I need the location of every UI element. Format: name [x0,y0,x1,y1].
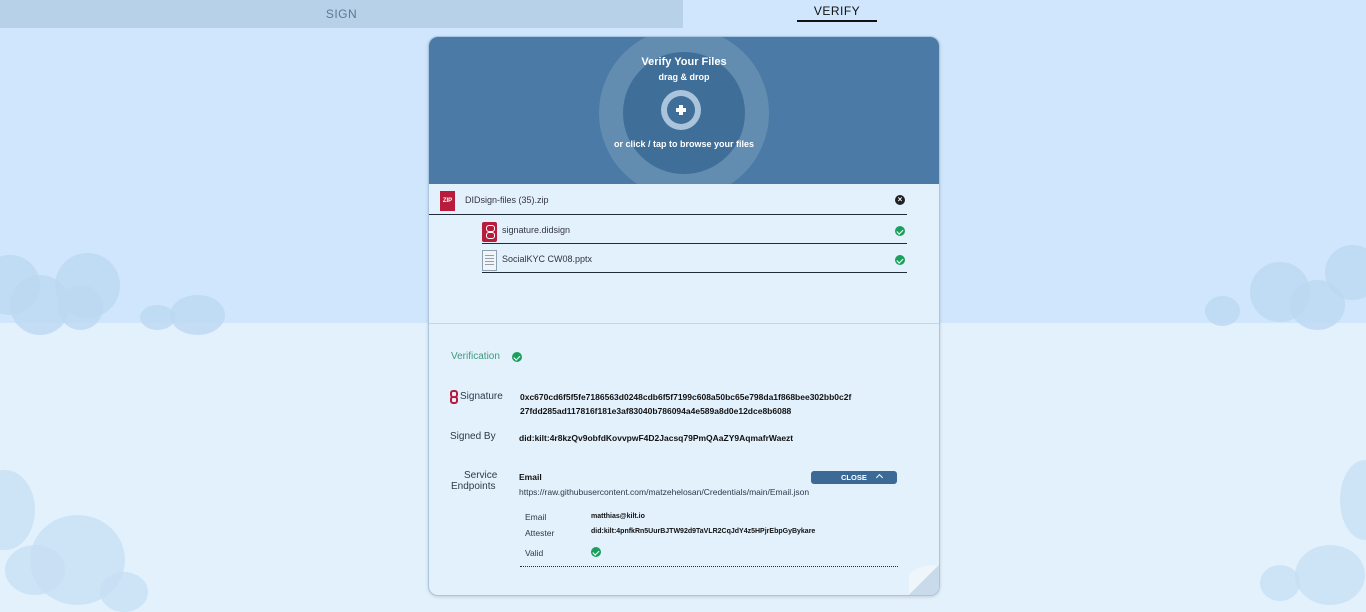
endpoint-type: Email [519,472,542,482]
endpoint-divider [520,566,898,567]
decor-bubble [0,470,35,550]
signature-label: Signature [460,391,503,402]
decor-bubble [1205,296,1240,326]
verification-label: Verification [451,351,500,362]
tab-sign[interactable]: SIGN [0,0,683,28]
endpoint-email-label: Email [525,512,547,522]
add-file-button[interactable] [661,90,701,130]
file-dropzone[interactable]: Verify Your Files drag & drop or click /… [429,37,939,184]
section-divider [429,323,939,324]
signed-by-value: did:kilt:4r8kzQv9obfdKovvpwF4D2Jacsq79Pm… [519,433,794,443]
endpoint-attester-value: did:kilt:4pnfkRn5UurBJTW92d9TaVLR2CqJdY4… [591,528,816,535]
signature-value-line1: 0xc670cd6f5f5fe7186563d0248cdb6f5f7199c6… [520,392,852,402]
file-row-zip: ZIP DIDsign-files (35).zip × [429,186,907,215]
decor-bubble [5,545,65,595]
check-icon [895,226,905,236]
file-row-document: SocialKYC CW08.pptx [482,244,907,273]
decor-bubble [1340,460,1366,540]
tab-verify-label: VERIFY [813,4,861,18]
signature-file-icon [482,222,497,242]
decor-bubble [1260,565,1300,601]
decor-bubble [100,572,148,612]
zip-file-name: DIDsign-files (35).zip [465,195,549,205]
plus-icon [667,96,695,124]
tab-sign-label: SIGN [325,7,358,21]
decor-bubble [1295,545,1365,605]
endpoint-valid-label: Valid [525,548,544,558]
page-curl-icon [909,565,939,595]
chevron-up-icon [875,473,884,482]
dropzone-title: Verify Your Files [641,56,727,68]
decor-bubble [58,285,103,330]
decor-bubble [170,295,225,335]
tab-verify[interactable]: VERIFY [683,0,1366,28]
service-endpoints-label-line1: Service [464,470,498,481]
file-row-signature: signature.didsign [482,215,907,244]
zip-file-icon: ZIP [440,191,455,211]
dropzone-subtitle: drag & drop [658,72,710,82]
endpoint-attester-label: Attester [525,528,555,538]
verify-card: Verify Your Files drag & drop or click /… [428,36,940,596]
chain-link-icon [450,390,458,404]
remove-file-icon[interactable]: × [895,195,905,205]
endpoint-email-value: matthias@kilt.io [591,513,645,520]
endpoint-url[interactable]: https://raw.githubusercontent.com/matzeh… [519,487,809,497]
close-button-label: CLOSE [841,473,867,482]
dropzone-browse-text: or click / tap to browse your files [613,139,755,149]
valid-check-icon [591,547,601,557]
document-file-icon [482,250,497,271]
document-file-name: SocialKYC CW08.pptx [502,254,593,264]
signed-by-label: Signed By [450,431,496,442]
active-tab-indicator [797,20,877,22]
verification-check-icon [512,352,522,362]
signature-file-name: signature.didsign [502,225,571,235]
service-endpoints-label-line2: Endpoints [451,481,496,492]
signature-value-line2: 27fdd285ad117816f181e3af83040b786094a4e5… [520,406,792,416]
decor-bubble [140,305,175,330]
check-icon [895,255,905,265]
close-endpoint-button[interactable]: CLOSE [811,471,897,484]
